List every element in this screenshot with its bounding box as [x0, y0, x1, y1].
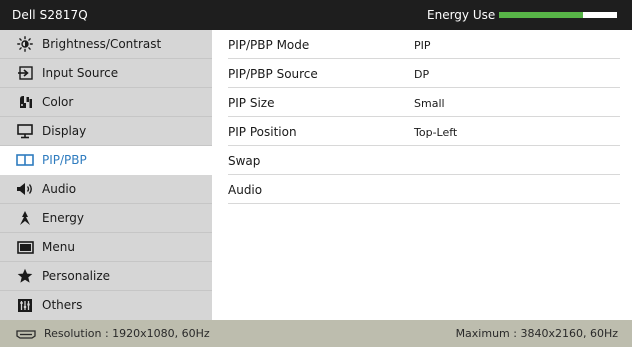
- setting-swap[interactable]: Swap: [228, 146, 620, 175]
- setting-pip-pbp-mode[interactable]: PIP/PBP Mode PIP: [228, 30, 620, 59]
- sidebar-menu: Brightness/Contrast Input Source Color D…: [0, 30, 212, 320]
- setting-label: Audio: [228, 183, 263, 197]
- sidebar-item-label: PIP/PBP: [42, 153, 87, 167]
- sidebar-item-brightness-contrast[interactable]: Brightness/Contrast: [0, 30, 212, 59]
- pip-icon: [16, 152, 34, 168]
- maximum-resolution: Maximum : 3840x2160, 60Hz: [455, 327, 618, 340]
- title-bar: Dell S2817Q Energy Use: [0, 0, 632, 30]
- setting-label: PIP/PBP Mode: [228, 38, 310, 52]
- sidebar-item-label: Display: [42, 124, 87, 138]
- sidebar-item-audio[interactable]: Audio: [0, 175, 212, 204]
- others-icon: [16, 297, 34, 313]
- sidebar-item-label: Personalize: [42, 269, 111, 283]
- sidebar-item-personalize[interactable]: Personalize: [0, 262, 212, 291]
- sidebar-item-color[interactable]: Color: [0, 88, 212, 117]
- sidebar-item-label: Color: [42, 95, 74, 109]
- setting-pip-pbp-source[interactable]: PIP/PBP Source DP: [228, 59, 620, 88]
- setting-label: PIP/PBP Source: [228, 67, 318, 81]
- setting-value: DP: [414, 68, 430, 81]
- sidebar-item-label: Brightness/Contrast: [42, 37, 162, 51]
- star-icon: [16, 268, 34, 284]
- color-icon: [16, 94, 34, 110]
- video-connector-icon: [16, 329, 36, 339]
- energy-use-fill: [499, 12, 583, 18]
- sidebar-item-display[interactable]: Display: [0, 117, 212, 146]
- input-source-icon: [16, 65, 34, 81]
- current-resolution: Resolution : 1920x1080, 60Hz: [44, 327, 210, 340]
- setting-label: PIP Size: [228, 96, 275, 110]
- sidebar-item-label: Energy: [42, 211, 85, 225]
- speaker-icon: [16, 181, 34, 197]
- setting-value: Top-Left: [414, 126, 458, 139]
- brightness-icon: [16, 36, 34, 52]
- setting-value: Small: [414, 97, 445, 110]
- setting-pip-position[interactable]: PIP Position Top-Left: [228, 117, 620, 146]
- sidebar-item-label: Menu: [42, 240, 75, 254]
- setting-label: Swap: [228, 154, 261, 168]
- display-icon: [16, 123, 34, 139]
- status-bar: Resolution : 1920x1080, 60Hz Maximum : 3…: [0, 320, 632, 347]
- sidebar-item-input-source[interactable]: Input Source: [0, 59, 212, 88]
- energy-use-label: Energy Use: [427, 8, 496, 22]
- sidebar-item-pip-pbp[interactable]: PIP/PBP: [0, 146, 212, 175]
- menu-icon: [16, 239, 34, 255]
- sidebar-item-menu[interactable]: Menu: [0, 233, 212, 262]
- sidebar-item-label: Input Source: [42, 66, 119, 80]
- energy-icon: [16, 210, 34, 226]
- setting-value: PIP: [414, 39, 431, 52]
- setting-audio[interactable]: Audio: [228, 175, 620, 204]
- sidebar-item-energy[interactable]: Energy: [0, 204, 212, 233]
- energy-use-meter: [499, 12, 617, 18]
- monitor-model: Dell S2817Q: [12, 8, 88, 22]
- pip-pbp-settings-panel: PIP/PBP Mode PIP PIP/PBP Source DP PIP S…: [212, 30, 632, 320]
- sidebar-item-others[interactable]: Others: [0, 291, 212, 320]
- setting-pip-size[interactable]: PIP Size Small: [228, 88, 620, 117]
- setting-label: PIP Position: [228, 125, 297, 139]
- sidebar-item-label: Others: [42, 298, 83, 312]
- sidebar-item-label: Audio: [42, 182, 77, 196]
